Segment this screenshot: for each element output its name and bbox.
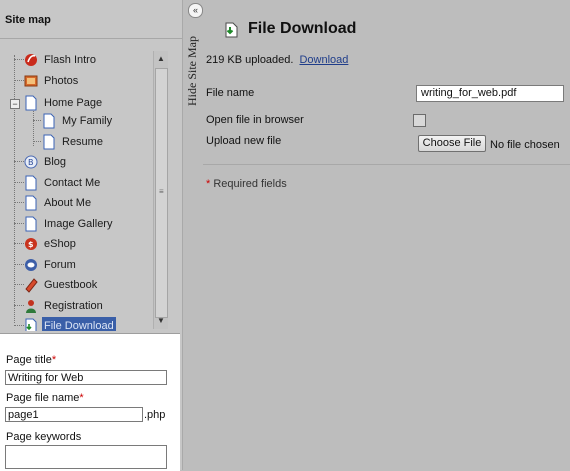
tree-item-label: Image Gallery (44, 218, 113, 230)
svg-text:$: $ (28, 240, 34, 249)
tree-item-label: Flash Intro (44, 54, 96, 66)
tree-line (14, 243, 24, 244)
site-map-panel: Site map − Flash Intro Photos Home Page … (0, 0, 183, 471)
scroll-down-arrow-icon[interactable]: ▼ (154, 313, 168, 329)
tree-item-label: Resume (62, 136, 103, 148)
tree-item-label: Contact Me (44, 177, 101, 189)
page-title-label: Page title* (6, 354, 56, 366)
required-fields-text: Required fields (213, 178, 287, 190)
tree-line (14, 80, 24, 81)
site-map-tree: − Flash Intro Photos Home Page My Family… (2, 49, 154, 331)
hide-site-map-button[interactable]: « (188, 3, 203, 18)
tree-item-label: Photos (44, 75, 79, 87)
registration-icon (26, 300, 36, 313)
photos-icon (24, 75, 38, 87)
label-text: Page title (6, 354, 52, 366)
hide-site-map-label[interactable]: Hide Site Map (185, 36, 200, 106)
tree-item-label: Home Page (44, 97, 103, 109)
eshop-icon: $ (25, 238, 37, 250)
tree-line (14, 59, 24, 60)
collapse-home-page-toggle[interactable]: − (10, 99, 20, 109)
divider (0, 38, 182, 39)
file-name-label: File name (206, 87, 255, 99)
page-file-name-input[interactable]: page1 (5, 407, 143, 422)
required-fields-note: * Required fields (206, 178, 287, 190)
tree-line (14, 202, 24, 203)
tree-line (14, 325, 24, 326)
file-extension: .php (144, 409, 166, 421)
page-title: File Download (248, 20, 357, 37)
page-keywords-input[interactable] (5, 445, 167, 469)
required-asterisk: * (79, 392, 84, 404)
page-file-name-label: Page file name* (6, 392, 84, 404)
tree-line (14, 55, 15, 323)
file-name-input[interactable]: writing_for_web.pdf (416, 85, 564, 102)
site-map-title: Site map (5, 14, 51, 26)
flash-intro-icon (25, 54, 37, 66)
tree-line (14, 182, 24, 183)
tree-item-label: Forum (44, 259, 76, 271)
tree-line (14, 161, 24, 162)
open-in-browser-checkbox[interactable] (413, 114, 426, 127)
tree-line (33, 141, 41, 142)
main-content: File Download 219 KB uploaded. Download F… (203, 0, 570, 470)
upload-new-file-label: Upload new file (206, 135, 282, 147)
required-asterisk: * (206, 178, 211, 190)
label-text: Page file name (6, 392, 80, 404)
tree-line (14, 305, 24, 306)
page-icon (43, 134, 55, 150)
page-title-input[interactable]: Writing for Web (5, 370, 167, 385)
required-asterisk: * (51, 354, 57, 366)
tree-line (14, 264, 24, 265)
tree-line (14, 284, 24, 285)
blog-icon: B (24, 155, 38, 169)
page-icon (25, 195, 37, 211)
tree-item-label: Registration (44, 300, 103, 312)
tree-item-label: File Download (42, 317, 116, 331)
tree-scrollbar[interactable]: ▲ ≡ ▼ (153, 51, 168, 329)
page-icon (25, 95, 37, 111)
file-download-icon (25, 318, 37, 331)
tree-item-label: eShop (44, 238, 76, 250)
open-in-browser-label: Open file in browser (206, 114, 304, 126)
svg-text:B: B (28, 158, 34, 167)
grip-icon: ≡ (159, 187, 164, 196)
tree-item-label: My Family (62, 115, 113, 127)
tree-line (33, 120, 41, 121)
page-properties-panel: Page title* Writing for Web Page file na… (0, 333, 180, 471)
no-file-chosen-text: No file chosen (490, 139, 560, 151)
forum-icon (25, 259, 37, 271)
tree-item-label: Guestbook (44, 279, 98, 291)
tree-line (33, 106, 34, 146)
divider (203, 164, 570, 165)
page-icon (25, 175, 37, 191)
scroll-up-arrow-icon[interactable]: ▲ (154, 51, 168, 67)
file-download-icon (225, 22, 238, 38)
choose-file-button[interactable]: Choose File (418, 135, 486, 152)
tree-line (14, 223, 24, 224)
scrollbar-thumb[interactable]: ≡ (155, 68, 168, 318)
tree-item-label: About Me (44, 197, 92, 209)
image-gallery-icon (25, 216, 37, 232)
page-keywords-label: Page keywords (6, 431, 82, 443)
download-link[interactable]: Download (299, 54, 348, 66)
tree-item-label: Blog (44, 156, 67, 168)
page-icon (43, 113, 55, 129)
upload-status: 219 KB uploaded. Download (206, 54, 348, 66)
guestbook-icon (25, 278, 38, 293)
upload-size-text: 219 KB uploaded. (206, 54, 294, 66)
